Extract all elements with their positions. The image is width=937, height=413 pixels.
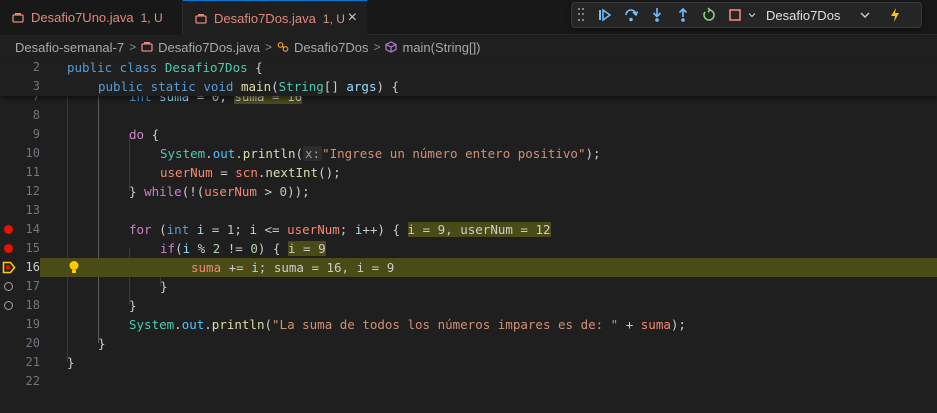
line-number: 16 <box>25 260 40 274</box>
line-number: 19 <box>25 317 40 331</box>
close-icon[interactable]: × <box>348 10 357 26</box>
continue-button[interactable] <box>592 4 618 26</box>
code-line: 12 } while(!(userNum > 0)); <box>0 182 937 201</box>
debug-toolbar: Desafio7Dos <box>571 2 922 28</box>
line-number: 11 <box>25 165 40 179</box>
method-icon <box>385 41 398 53</box>
debug-config-name[interactable]: Desafio7Dos <box>766 8 840 23</box>
code-line: 3 public static void main(String[] args)… <box>0 77 937 96</box>
lightbulb-icon[interactable] <box>68 260 80 275</box>
code-editor[interactable]: 7 int suma = 0; suma = 16 2 public class… <box>0 58 937 413</box>
code-line: 8 <box>0 106 937 125</box>
step-over-icon <box>625 9 639 22</box>
java-file-icon <box>195 13 207 24</box>
breadcrumb-class[interactable]: Desafio7Dos <box>294 40 368 55</box>
drag-handle-icon[interactable] <box>578 8 584 22</box>
code-line: 18 } <box>0 296 937 315</box>
line-number: 13 <box>25 203 40 217</box>
problem-badge: 1, U <box>140 10 163 25</box>
inline-value: suma = 16, i = 9 <box>273 260 395 275</box>
lightning-icon[interactable] <box>888 7 902 23</box>
problem-badge: 1, U <box>322 11 345 26</box>
chevron-down-icon[interactable] <box>748 11 756 19</box>
java-file-icon <box>12 12 24 23</box>
current-line-highlight <box>40 258 937 277</box>
restart-icon <box>703 7 715 21</box>
chevron-down-icon[interactable] <box>858 8 872 22</box>
inline-value: i = 9, userNum = 12 <box>407 222 551 237</box>
line-number: 17 <box>25 279 40 293</box>
continue-icon <box>599 8 612 22</box>
line-number: 20 <box>25 336 40 350</box>
line-number: 12 <box>25 184 40 198</box>
java-file-icon <box>141 42 153 52</box>
step-into-icon <box>652 8 662 22</box>
code-line: 2 public class Desafio7Dos { <box>0 58 937 77</box>
code-line: 9 do { <box>0 125 937 144</box>
parameter-hint: x: <box>303 146 323 161</box>
stop-icon <box>729 9 741 21</box>
line-number: 2 <box>32 60 40 74</box>
inline-value: i = 9 <box>287 241 326 256</box>
step-into-button[interactable] <box>644 4 670 26</box>
code-line: 13 <box>0 201 937 220</box>
step-out-icon <box>678 7 688 22</box>
sticky-scroll[interactable]: 2 public class Desafio7Dos { 3 public st… <box>0 58 937 96</box>
step-out-button[interactable] <box>670 4 696 26</box>
breadcrumb-file[interactable]: Desafio7Dos.java <box>158 40 260 55</box>
tab-label: Desafio7Dos.java <box>214 11 316 26</box>
code-line: 15 if(i % 2 != 0) { i = 9 <box>0 239 937 258</box>
stop-button[interactable] <box>722 4 748 26</box>
line-number: 9 <box>32 127 40 141</box>
breadcrumb-folder[interactable]: Desafio-semanal-7 <box>15 40 124 55</box>
chevron-right-icon: > <box>265 40 273 54</box>
class-icon <box>277 42 289 52</box>
code-line: 20 } <box>0 334 937 353</box>
line-number: 8 <box>32 108 40 122</box>
chevron-right-icon: > <box>373 40 381 54</box>
code-line: 10 System.out.println(x: "Ingrese un núme… <box>0 144 937 163</box>
line-number: 3 <box>32 79 40 93</box>
code-line: 22 <box>0 372 937 391</box>
chevron-right-icon: > <box>129 40 137 54</box>
line-number: 10 <box>25 146 40 160</box>
line-number: 21 <box>25 355 40 369</box>
code-line: 14 for (int i = 1; i <= userNum; i++) { … <box>0 220 937 239</box>
line-number: 18 <box>25 298 40 312</box>
current-line: 16 suma += i; suma = 16, i = 9 <box>0 258 937 277</box>
code-line: 19 System.out.println("La suma de todos … <box>0 315 937 334</box>
line-number: 22 <box>25 374 40 388</box>
line-number: 15 <box>25 241 40 255</box>
tab-desafio7dos[interactable]: Desafio7Dos.java 1, U × <box>183 0 367 36</box>
step-over-button[interactable] <box>618 4 644 26</box>
breadcrumb-method[interactable]: main(String[]) <box>402 40 480 55</box>
code-line: 11 userNum = scn.nextInt(); <box>0 163 937 182</box>
tab-label: Desafio7Uno.java <box>31 10 134 25</box>
line-number: 14 <box>25 222 40 236</box>
code-line: 21 } <box>0 353 937 372</box>
tab-desafio7uno[interactable]: Desafio7Uno.java 1, U <box>0 0 183 35</box>
code-line: 17 } <box>0 277 937 296</box>
restart-button[interactable] <box>696 4 722 26</box>
breadcrumb: Desafio-semanal-7 > Desafio7Dos.java > D… <box>0 36 937 58</box>
